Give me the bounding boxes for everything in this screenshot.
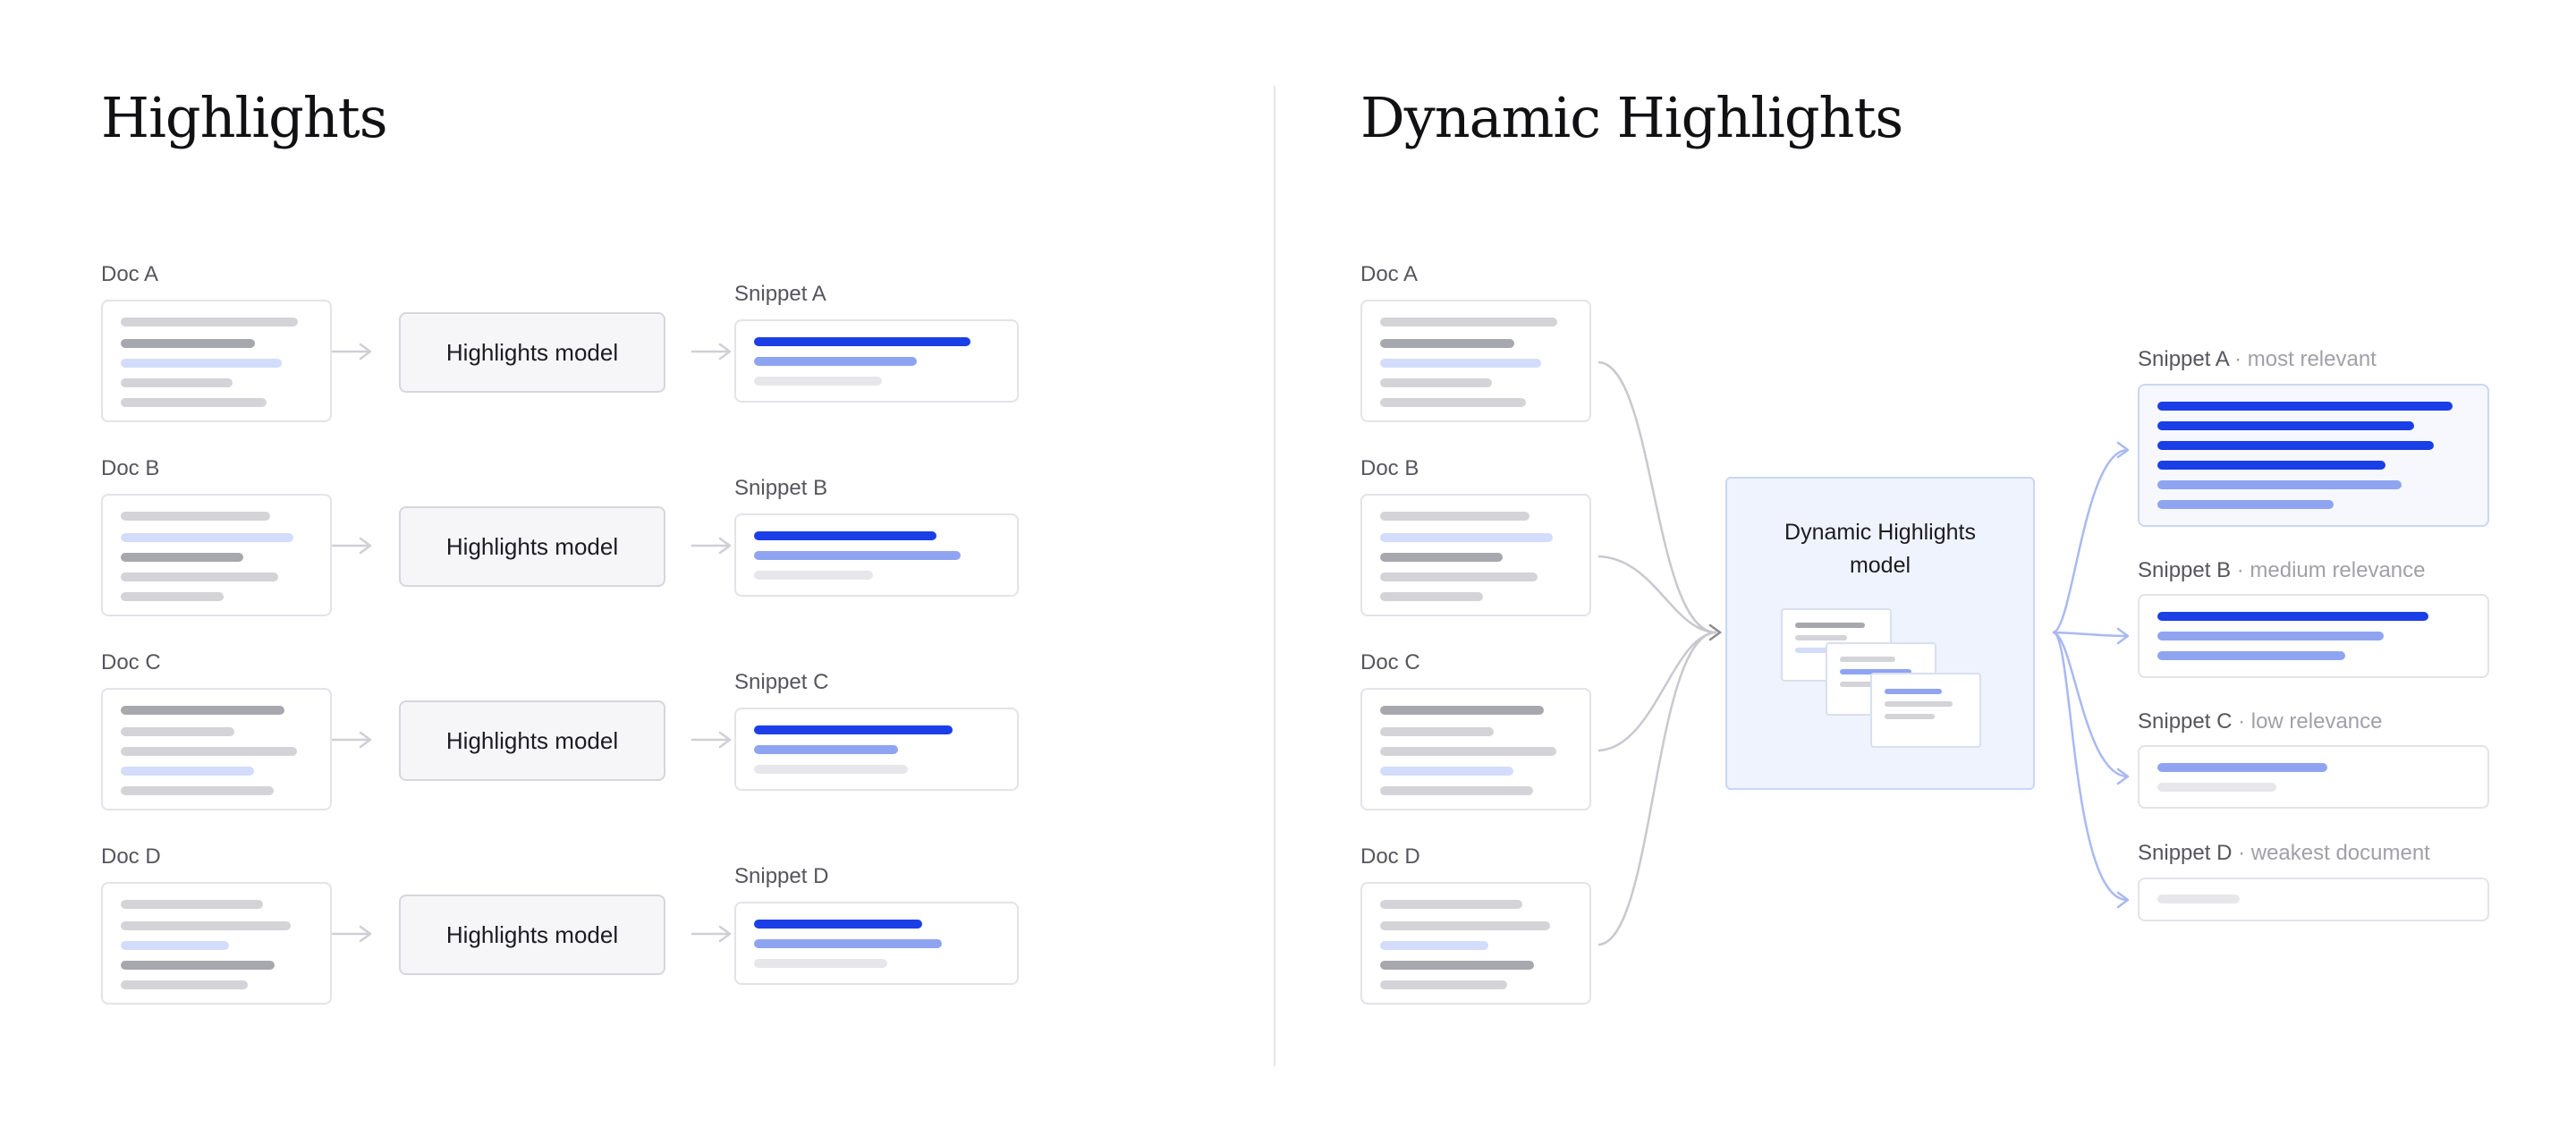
curve-doc-a xyxy=(1597,360,1717,634)
snippet-label: Snippet A · most relevant xyxy=(2138,347,2377,371)
snippet-label: Snippet C xyxy=(734,670,829,694)
model-label: Dynamic Highlights model xyxy=(1784,520,1976,578)
curve-to-snippet-a xyxy=(2052,448,2129,634)
stacked-document-icon xyxy=(1870,673,1981,748)
curve-to-snippet-b xyxy=(2052,631,2129,638)
snippet-label: Snippet A xyxy=(734,282,826,306)
doc-label: Doc A xyxy=(101,262,159,286)
snippet-label: Snippet C · low relevance xyxy=(2138,709,2383,734)
panel-title: Highlights xyxy=(101,85,388,150)
snippet-card-most-relevant xyxy=(2138,384,2489,527)
curve-doc-b xyxy=(1597,555,1717,634)
highlights-model-box: Highlights model xyxy=(399,312,665,393)
snippet-card-weakest xyxy=(2138,878,2489,921)
highlights-model-box: Highlights model xyxy=(399,700,665,781)
curve-to-snippet-d xyxy=(2052,631,2129,902)
doc-label: Doc A xyxy=(1360,262,1419,286)
snippet-card xyxy=(734,902,1019,985)
doc-card xyxy=(1360,300,1591,422)
arrow-model-c-to-snippet xyxy=(691,731,732,749)
arrow-doc-d-to-model xyxy=(331,925,372,943)
arrow-model-a-to-snippet xyxy=(691,343,732,360)
doc-card xyxy=(1360,882,1591,1005)
doc-label: Doc D xyxy=(1360,844,1420,869)
doc-card xyxy=(101,300,332,422)
arrow-model-d-to-snippet xyxy=(691,925,732,943)
curve-doc-c xyxy=(1597,631,1717,752)
snippet-card xyxy=(734,708,1019,791)
snippet-card-low-relevance xyxy=(2138,745,2489,809)
snippet-label: Snippet D xyxy=(734,864,829,888)
snippet-label: Snippet D · weakest document xyxy=(2138,841,2430,865)
doc-label: Doc B xyxy=(101,456,160,480)
curve-to-snippet-c xyxy=(2052,631,2129,778)
snippet-card-medium-relevance xyxy=(2138,594,2489,678)
arrow-doc-b-to-model xyxy=(331,537,372,555)
snippet-label: Snippet B · medium relevance xyxy=(2138,558,2426,582)
doc-card xyxy=(101,882,332,1005)
doc-label: Doc C xyxy=(1360,650,1420,674)
doc-card xyxy=(101,688,332,810)
highlights-model-box: Highlights model xyxy=(399,506,665,587)
doc-label: Doc D xyxy=(101,844,161,869)
doc-label: Doc C xyxy=(101,650,161,674)
panel-title: Dynamic Highlights xyxy=(1360,85,1903,150)
snippet-card xyxy=(734,513,1019,597)
highlights-model-box: Highlights model xyxy=(399,895,665,975)
curve-doc-d xyxy=(1597,631,1717,946)
snippet-label: Snippet B xyxy=(734,476,828,500)
doc-card xyxy=(1360,494,1591,616)
doc-label: Doc B xyxy=(1360,456,1419,480)
arrow-model-b-to-snippet xyxy=(691,537,732,555)
doc-card xyxy=(101,494,332,616)
arrow-doc-a-to-model xyxy=(331,343,372,360)
doc-card xyxy=(1360,688,1591,810)
snippet-card xyxy=(734,319,1019,403)
dynamic-highlights-model-box: Dynamic Highlights model xyxy=(1725,477,2035,790)
panel-divider xyxy=(1274,86,1275,1066)
arrow-doc-c-to-model xyxy=(331,731,372,749)
